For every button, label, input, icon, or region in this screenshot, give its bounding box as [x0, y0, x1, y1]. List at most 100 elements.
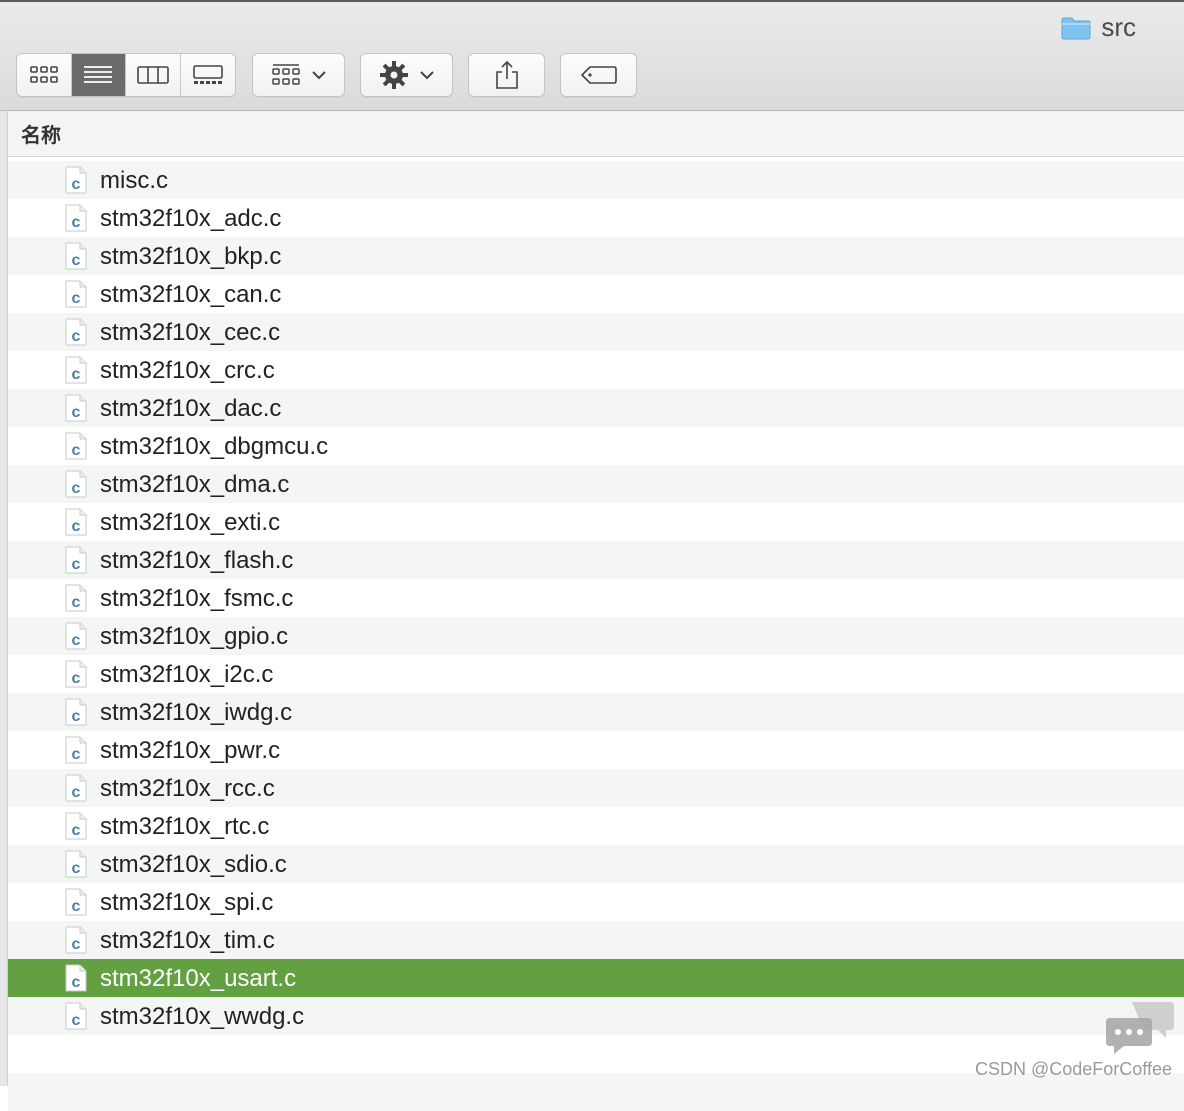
c-file-icon: c [65, 508, 87, 536]
c-file-icon: c [65, 622, 87, 650]
c-file-icon: c [65, 584, 87, 612]
c-file-icon: c [65, 1002, 87, 1030]
list-view-icon [84, 66, 113, 83]
c-file-icon: c [65, 204, 87, 232]
file-name: stm32f10x_dac.c [100, 395, 282, 422]
file-row[interactable]: c stm32f10x_rcc.c [8, 769, 1184, 807]
gallery-view-button[interactable] [181, 54, 236, 96]
name-column-header[interactable]: 名称 [21, 119, 61, 148]
svg-text:c: c [72, 594, 81, 611]
file-name: stm32f10x_bkp.c [100, 243, 282, 270]
c-file-icon: c [65, 318, 87, 346]
file-name: stm32f10x_crc.c [100, 357, 275, 384]
file-name: stm32f10x_sdio.c [100, 851, 287, 878]
list-view-button[interactable] [71, 54, 126, 96]
svg-text:c: c [72, 1012, 81, 1029]
file-name: stm32f10x_usart.c [100, 965, 297, 992]
file-name: stm32f10x_iwdg.c [100, 699, 293, 726]
c-file-icon: c [65, 964, 87, 992]
file-row[interactable]: c stm32f10x_crc.c [8, 351, 1184, 389]
c-file-icon: c [65, 736, 87, 764]
file-row[interactable]: c stm32f10x_rtc.c [8, 807, 1184, 845]
c-file-icon: c [65, 356, 87, 384]
file-name: stm32f10x_pwr.c [100, 737, 281, 764]
svg-text:c: c [72, 442, 81, 459]
file-row[interactable]: c stm32f10x_adc.c [8, 199, 1184, 237]
group-by-button[interactable] [252, 53, 345, 97]
gallery-view-icon [192, 65, 223, 84]
file-row[interactable]: c stm32f10x_dma.c [8, 465, 1184, 503]
file-name: stm32f10x_i2c.c [100, 661, 274, 688]
file-name: stm32f10x_rtc.c [100, 813, 270, 840]
icon-view-icon [29, 66, 58, 83]
file-row[interactable]: c stm32f10x_usart.c [8, 959, 1184, 997]
c-file-icon: c [65, 926, 87, 954]
action-menu-button[interactable] [360, 53, 453, 97]
file-row[interactable]: c stm32f10x_gpio.c [8, 617, 1184, 655]
file-row[interactable]: c misc.c [8, 161, 1184, 199]
svg-text:c: c [72, 708, 81, 725]
file-name: stm32f10x_dma.c [100, 471, 290, 498]
file-row[interactable]: c stm32f10x_iwdg.c [8, 693, 1184, 731]
c-file-icon: c [65, 394, 87, 422]
file-name: stm32f10x_flash.c [100, 547, 294, 574]
file-row[interactable]: c stm32f10x_tim.c [8, 921, 1184, 959]
file-row[interactable]: c stm32f10x_sdio.c [8, 845, 1184, 883]
c-file-icon: c [65, 546, 87, 574]
svg-text:c: c [72, 290, 81, 307]
svg-text:c: c [72, 366, 81, 383]
watermark: CSDN @CodeForCoffee [974, 1059, 1172, 1079]
view-mode-segmented-control [16, 53, 236, 97]
svg-text:c: c [72, 328, 81, 345]
file-name: stm32f10x_rcc.c [100, 775, 275, 802]
c-file-icon: c [65, 432, 87, 460]
file-name: stm32f10x_gpio.c [100, 623, 289, 650]
file-row[interactable]: c stm32f10x_pwr.c [8, 731, 1184, 769]
file-name: stm32f10x_fsmc.c [100, 585, 294, 612]
file-row[interactable]: c stm32f10x_i2c.c [8, 655, 1184, 693]
file-row[interactable]: c stm32f10x_wwdg.c [8, 997, 1184, 1035]
folder-icon [1061, 17, 1091, 39]
column-view-button[interactable] [126, 54, 181, 96]
svg-text:c: c [72, 404, 81, 421]
svg-text:c: c [72, 518, 81, 535]
file-row[interactable]: c stm32f10x_dac.c [8, 389, 1184, 427]
finder-toolbar: src [0, 0, 1184, 111]
svg-text:c: c [72, 822, 81, 839]
column-view-icon [136, 66, 169, 84]
chevron-down-icon [311, 71, 326, 80]
tag-button[interactable] [560, 53, 637, 97]
file-name: misc.c [100, 167, 168, 194]
share-button[interactable] [468, 53, 545, 97]
file-row[interactable]: c stm32f10x_dbgmcu.c [8, 427, 1184, 465]
icon-view-button[interactable] [17, 54, 72, 96]
window-title: src [1061, 12, 1136, 43]
c-file-icon: c [65, 888, 87, 916]
svg-text:c: c [72, 252, 81, 269]
chevron-down-icon [419, 71, 434, 80]
column-header[interactable]: 名称 [8, 111, 1184, 157]
svg-text:c: c [72, 784, 81, 801]
file-row[interactable]: c stm32f10x_flash.c [8, 541, 1184, 579]
svg-text:c: c [72, 936, 81, 953]
file-list: c misc.c c stm32f10x_adc.c c stm32f10x_bkp.c c… [8, 161, 1184, 1111]
file-row[interactable]: c stm32f10x_cec.c [8, 313, 1184, 351]
sidebar-edge [0, 111, 8, 1086]
file-row[interactable]: c stm32f10x_bkp.c [8, 237, 1184, 275]
share-icon [495, 60, 518, 89]
file-name: stm32f10x_cec.c [100, 319, 281, 346]
file-row[interactable]: c stm32f10x_fsmc.c [8, 579, 1184, 617]
file-row[interactable]: c stm32f10x_spi.c [8, 883, 1184, 921]
tag-icon [580, 66, 617, 84]
c-file-icon: c [65, 166, 87, 194]
chat-bubble-icon [1106, 1002, 1174, 1054]
window-title-text: src [1101, 12, 1136, 42]
c-file-icon: c [65, 660, 87, 688]
svg-text:c: c [72, 974, 81, 991]
file-name: stm32f10x_adc.c [100, 205, 282, 232]
c-file-icon: c [65, 280, 87, 308]
file-name: stm32f10x_spi.c [100, 889, 274, 916]
svg-text:c: c [72, 670, 81, 687]
file-row[interactable]: c stm32f10x_can.c [8, 275, 1184, 313]
file-row[interactable]: c stm32f10x_exti.c [8, 503, 1184, 541]
